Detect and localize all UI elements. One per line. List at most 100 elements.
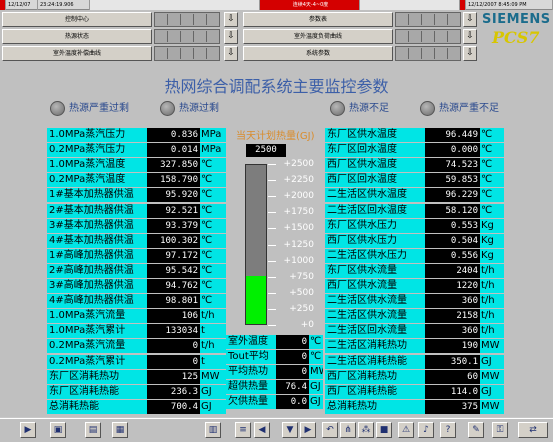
play-icon[interactable]: ▶ (20, 422, 36, 438)
row-label: 西厂区消耗热能 (325, 384, 425, 399)
row-value: 60 (425, 369, 480, 384)
row-label: 1.0MPa蒸汽累计 (47, 324, 147, 339)
row-label: 1.0MPa蒸汽温度 (47, 158, 147, 173)
row-label: 3#基本加热器供温 (47, 218, 147, 233)
row-label: 东厂区供水流量 (325, 263, 425, 278)
scroll-down-icon[interactable]: ⇩ (224, 46, 238, 61)
gauge-tick-mark (268, 308, 276, 310)
row-unit: ℃ (200, 218, 226, 233)
row-label: 东厂区消耗热能 (47, 384, 147, 399)
print-icon[interactable]: ▦ (112, 422, 128, 438)
help-icon[interactable]: ? (440, 422, 456, 438)
row-label: 二生活区回水温度 (325, 203, 425, 218)
arrow-down-icon[interactable]: ▼ (282, 422, 298, 438)
status-lamp-icon (420, 101, 435, 116)
row-unit: t (200, 324, 226, 339)
row-value: 327.850 (147, 158, 200, 173)
row-label: 超供热量 (226, 380, 276, 395)
gauge-tick-mark (268, 276, 276, 278)
nav-heat-source-status[interactable]: 热源状态 (2, 29, 152, 44)
window-icon[interactable]: ▣ (50, 422, 66, 438)
scroll-down-icon[interactable]: ⇩ (463, 29, 477, 44)
gauge-tick-mark (268, 228, 276, 230)
row-unit: ℃ (480, 173, 504, 188)
key-icon[interactable]: ⚿ (492, 422, 508, 438)
row-label: 二生活区供水流量 (325, 309, 425, 324)
row-unit: ℃ (200, 294, 226, 309)
gauge-tick-label: +250 (289, 303, 314, 314)
row-label: 0.2MPa蒸汽压力 (47, 143, 147, 158)
scroll-down-icon[interactable]: ⇩ (224, 29, 238, 44)
row-unit: ℃ (200, 263, 226, 278)
gauge-tick-mark (268, 212, 276, 214)
scroll-down-icon[interactable]: ⇩ (463, 46, 477, 61)
row-value: 100.302 (147, 233, 200, 248)
row-unit: ℃ (309, 335, 323, 349)
row-value: 125 (147, 369, 200, 384)
row-label: 西厂区供水流量 (325, 279, 425, 293)
arrow-left-icon[interactable]: ◀ (254, 422, 270, 438)
row-label: 二生活区回水流量 (325, 324, 425, 339)
row-value: 106 (147, 309, 200, 324)
gauge-setpoint-value[interactable]: 2500 (246, 144, 286, 157)
scroll-down-icon[interactable]: ⇩ (463, 12, 477, 27)
folder-icon[interactable]: ▤ (85, 422, 101, 438)
row-label: 2#基本加热器供温 (47, 203, 147, 218)
gauge-tick-mark (268, 325, 276, 326)
gauge-tick-label: +750 (289, 271, 314, 282)
row-unit: t/h (200, 309, 226, 324)
nav-outdoor-load-curve[interactable]: 室外温度负荷曲线 (243, 29, 393, 44)
stop-icon[interactable]: ■ (376, 422, 392, 438)
row-value: 95.920 (147, 188, 200, 203)
siemens-logo: SIEMENS (482, 12, 551, 27)
row-unit: GJ (480, 384, 504, 399)
row-unit: GJ (200, 384, 226, 399)
arrow-right-icon[interactable]: ▶ (300, 422, 316, 438)
row-unit: t/h (480, 263, 504, 278)
nav-control-center[interactable]: 控制中心 (2, 12, 152, 27)
gauge-tick-mark (268, 180, 276, 182)
nav-system-parameters[interactable]: 系统参数 (243, 46, 393, 61)
row-value: 74.523 (425, 158, 480, 173)
nav-parameter-table[interactable]: 参数表 (243, 12, 393, 27)
row-value: 0.556 (425, 248, 480, 263)
row-unit: MW (309, 365, 323, 380)
alarm-icon[interactable]: ⚠ (398, 422, 414, 438)
row-label: 平均热功 (226, 365, 276, 380)
row-unit: ℃ (200, 173, 226, 188)
tree-icon[interactable]: ⋔ (340, 422, 356, 438)
row-label: 总消耗热能 (47, 399, 147, 414)
row-value: 59.853 (425, 173, 480, 188)
network-icon[interactable]: ⇄ (518, 422, 548, 438)
row-value: 190 (425, 339, 480, 354)
alarm-message: 连续4天-4~0度 (260, 0, 360, 10)
row-value: 0 (276, 365, 309, 380)
row-unit: GJ (309, 380, 323, 395)
gauge-tick-label: +1000 (283, 255, 314, 266)
row-value: 0.014 (147, 143, 200, 158)
row-unit: GJ (309, 395, 323, 410)
list-icon[interactable]: ≡ (235, 422, 251, 438)
nav-outdoor-compensation-curve[interactable]: 室外温度补偿曲线 (2, 46, 152, 61)
message-area-2 (360, 0, 460, 10)
row-label: 西厂区回水温度 (325, 173, 425, 188)
edit-icon[interactable]: ✎ (468, 422, 484, 438)
row-value: 700.4 (147, 399, 200, 414)
indicator-segments (154, 46, 220, 61)
gauge-tick-label: +2500 (283, 159, 314, 169)
mute-icon[interactable]: ♪ (418, 422, 434, 438)
row-label: 0.2MPa蒸汽流量 (47, 339, 147, 354)
row-unit: ℃ (200, 203, 226, 218)
row-value: 2158 (425, 309, 480, 324)
scroll-down-icon[interactable]: ⇩ (224, 12, 238, 27)
row-label: 4#高峰加热器供温 (47, 294, 147, 309)
gauge-tick-mark (268, 164, 276, 165)
date-display: 12/12/07 (6, 0, 38, 10)
row-value: 96.229 (425, 188, 480, 203)
group-icon[interactable]: ⁂ (358, 422, 374, 438)
undo-icon[interactable]: ↶ (322, 422, 338, 438)
gauge-tick-label: +500 (289, 287, 314, 298)
calendar-icon[interactable]: ▥ (205, 422, 221, 438)
status-lamp-icon (50, 101, 65, 116)
gauge-tick-label: +1250 (283, 239, 314, 250)
